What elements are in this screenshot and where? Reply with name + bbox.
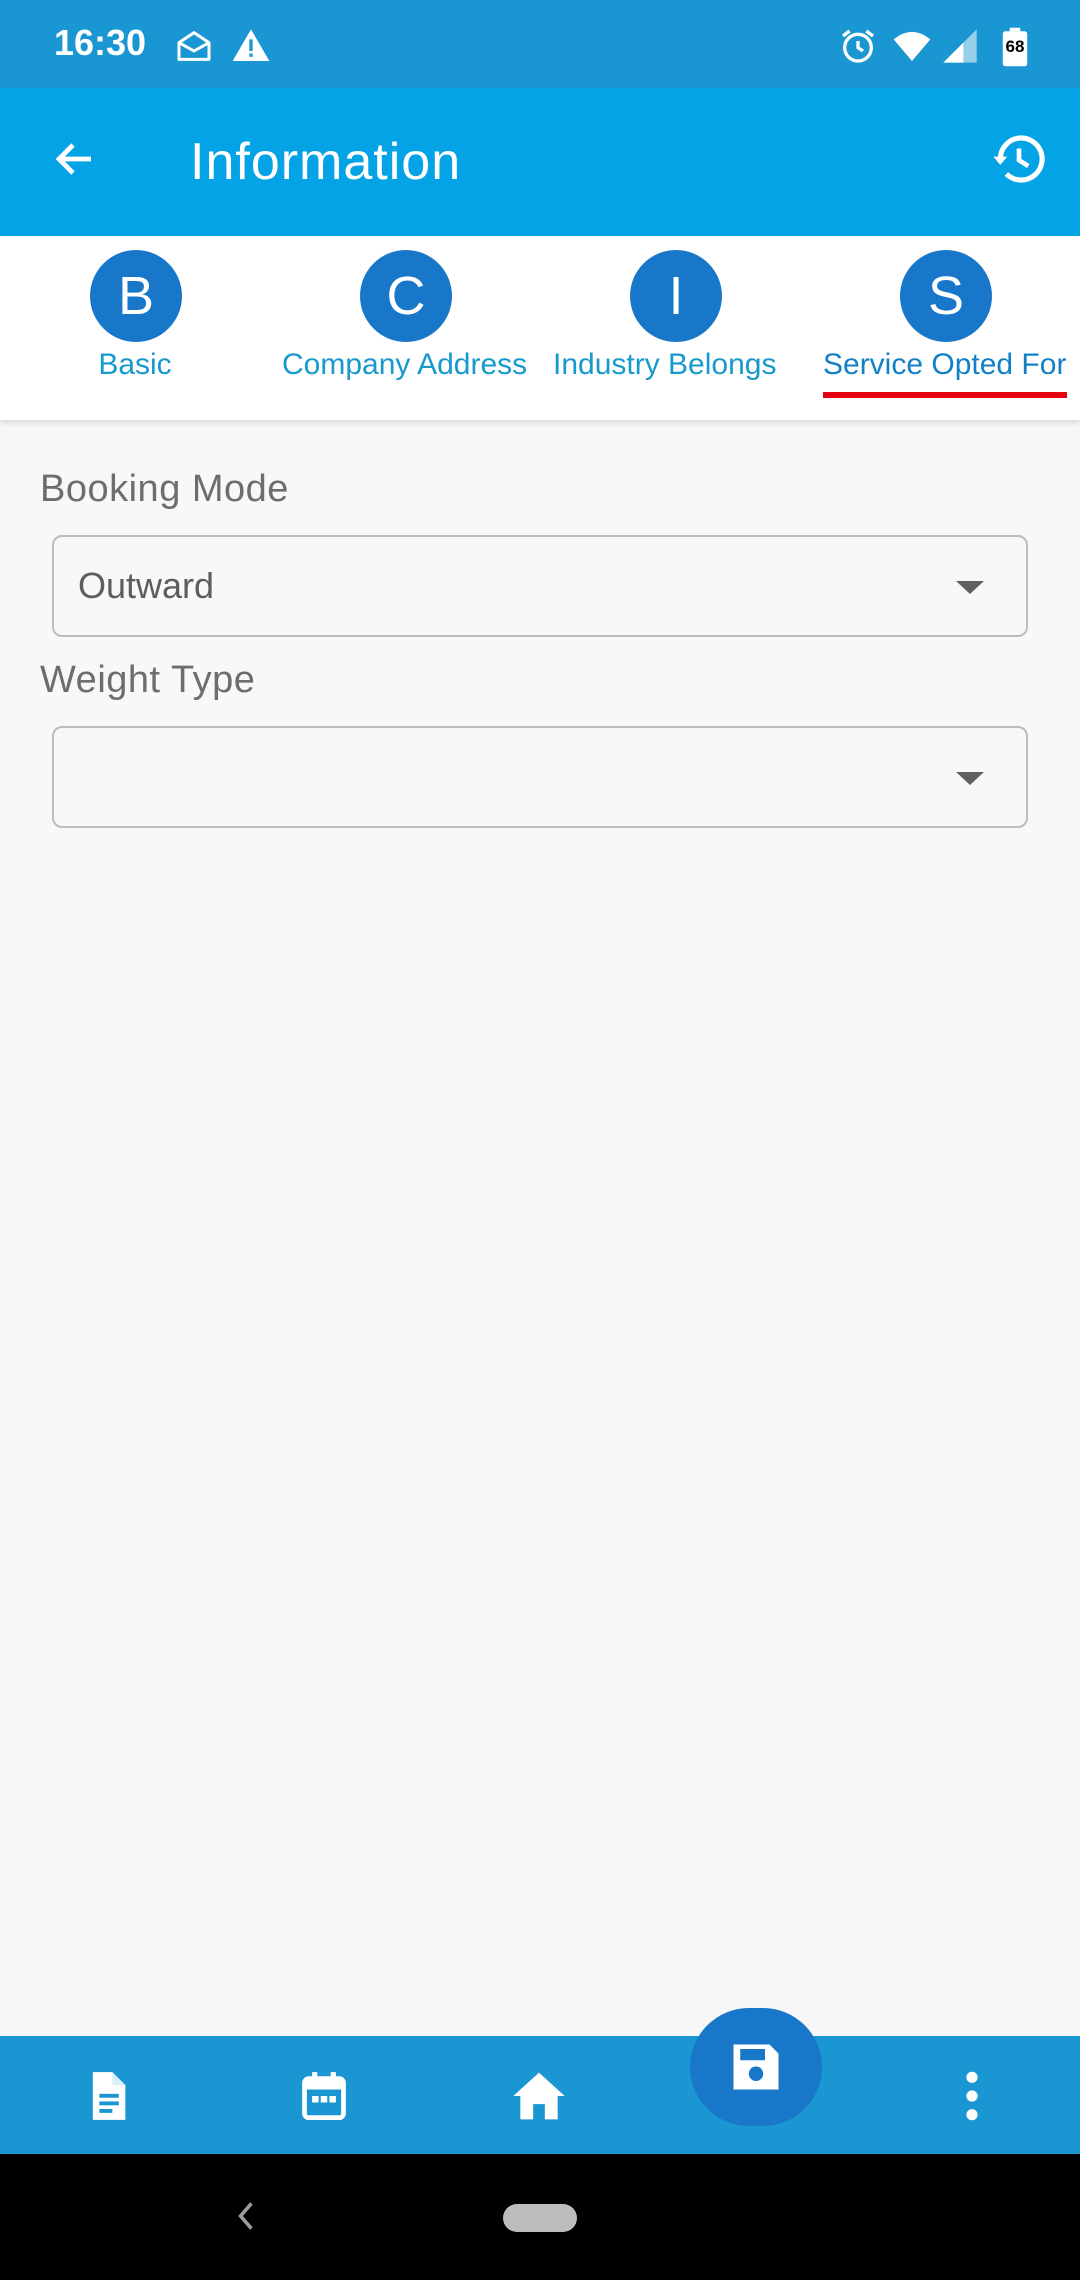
- document-icon: [92, 2072, 126, 2120]
- home-icon: [513, 2072, 565, 2120]
- tab-basic[interactable]: B Basic: [0, 236, 270, 420]
- weight-type-label: Weight Type: [40, 659, 256, 701]
- tab-avatar: C: [360, 250, 452, 342]
- back-arrow-icon: [55, 143, 91, 175]
- booking-mode-value: Outward: [78, 565, 215, 606]
- booking-mode-select[interactable]: Outward: [52, 535, 1028, 637]
- alarm-icon: [842, 29, 874, 63]
- tab-industry-belongs[interactable]: I Industry Belongs: [540, 236, 810, 420]
- warning-icon: [232, 29, 270, 61]
- system-home-pill[interactable]: [503, 2204, 577, 2232]
- history-button[interactable]: [984, 124, 1054, 194]
- battery-level: 68: [1005, 37, 1025, 56]
- signal-icon: [943, 29, 977, 63]
- documents-button[interactable]: [78, 2066, 138, 2126]
- calendar-button[interactable]: [294, 2066, 354, 2126]
- dropdown-arrow-icon: [956, 772, 984, 785]
- save-button[interactable]: [690, 2008, 822, 2126]
- tab-avatar: B: [90, 250, 182, 342]
- system-nav-bar: [0, 2154, 1080, 2280]
- chevron-left-icon: [238, 2202, 253, 2230]
- tab-label: Industry Belongs: [553, 348, 777, 381]
- save-icon: [733, 2044, 779, 2090]
- system-back-button[interactable]: [226, 2194, 266, 2238]
- history-icon: [993, 135, 1045, 183]
- calendar-icon: [302, 2072, 346, 2121]
- more-options-button[interactable]: [942, 2066, 1002, 2126]
- dropdown-arrow-icon: [956, 581, 984, 594]
- tab-label: Basic: [98, 348, 172, 381]
- tab-company-address[interactable]: C Company Address: [270, 236, 540, 420]
- active-tab-indicator: [823, 392, 1067, 398]
- tab-label: Service Opted For: [823, 348, 1067, 381]
- back-button[interactable]: [40, 124, 110, 194]
- booking-mode-label: Booking Mode: [40, 468, 289, 510]
- wifi-icon: [893, 31, 931, 61]
- mail-open-icon: [177, 31, 211, 61]
- home-button[interactable]: [509, 2066, 569, 2126]
- status-bar: 16:30 68: [0, 0, 1080, 88]
- page-title: Information: [190, 133, 462, 191]
- weight-type-select[interactable]: [52, 726, 1028, 828]
- status-time: 16:30: [54, 22, 147, 63]
- bottom-nav: [0, 2036, 1080, 2154]
- app-bar: Information: [0, 88, 1080, 236]
- tab-label: Company Address: [282, 348, 526, 381]
- more-vert-icon: [966, 2071, 978, 2121]
- tab-avatar: S: [900, 250, 992, 342]
- tab-avatar: I: [630, 250, 722, 342]
